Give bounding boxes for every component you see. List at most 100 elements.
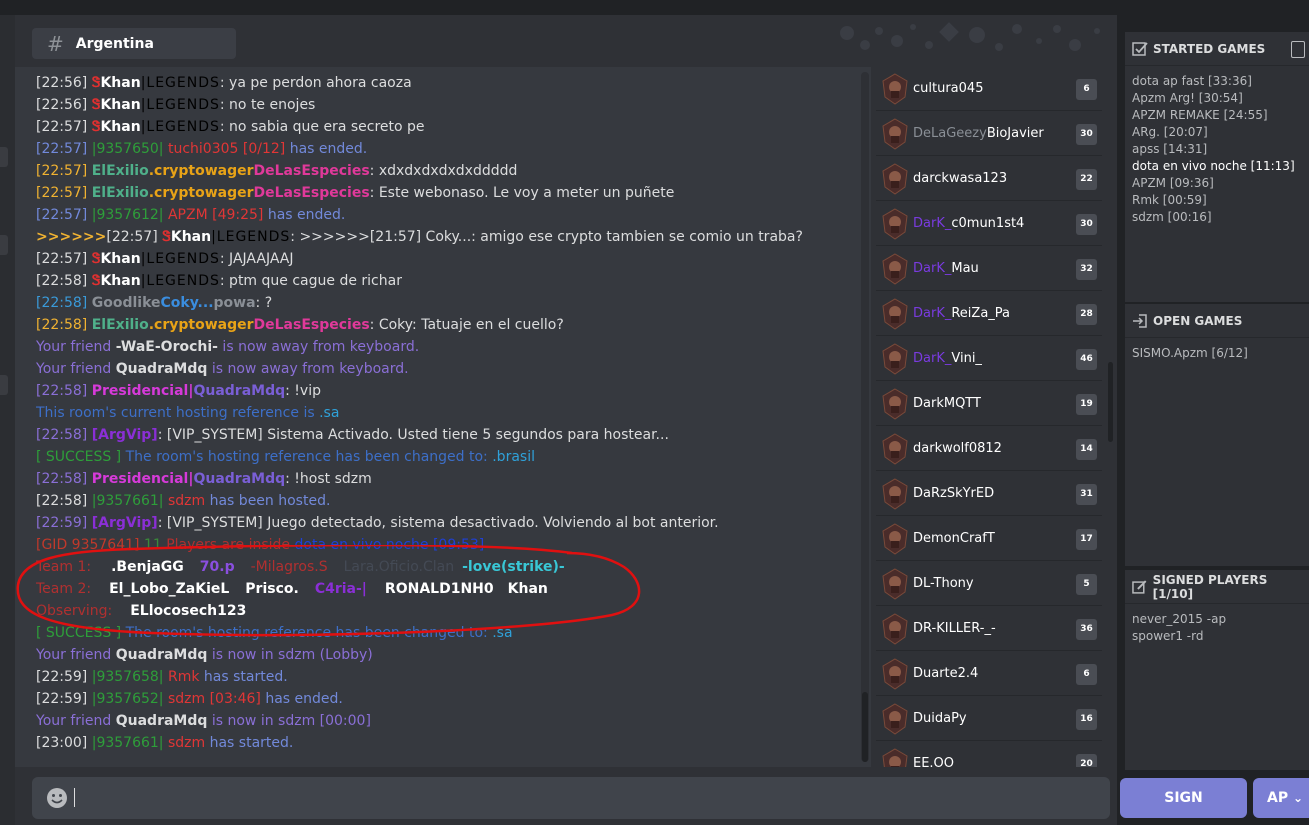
room-name: Argentina — [75, 35, 154, 52]
started-game-item[interactable]: apss [14:31] — [1132, 141, 1307, 158]
started-games-list: dota ap fast [33:36] Apzm Arg! [30:54] A… — [1132, 73, 1307, 226]
hash-icon: # — [47, 31, 64, 56]
left-strip — [0, 15, 15, 825]
avatar-icon — [882, 253, 908, 285]
bottom-bar — [15, 767, 1117, 825]
app-window: # Argentina [22:56] ᏕKhan|LEGENDS: ya pe… — [0, 0, 1309, 825]
chat-area[interactable]: [22:56] ᏕKhan|LEGENDS: ya pe perdon ahor… — [15, 67, 871, 767]
user-row[interactable]: DeLaGeezyBioJavier 30 — [876, 112, 1102, 156]
left-strip-marker — [0, 375, 8, 395]
signed-players-title: SIGNED PLAYERS [1/10] — [1152, 572, 1268, 601]
chat-message: [22:56] ᏕKhan|LEGENDS: ya pe perdon ahor… — [36, 75, 412, 91]
chat-header: # Argentina — [15, 15, 1117, 67]
message-input[interactable] — [32, 777, 1110, 819]
started-game-item[interactable]: Rmk [00:59] — [1132, 192, 1307, 209]
header-decoration — [840, 22, 1100, 51]
avatar-icon — [882, 478, 908, 510]
avatar-icon — [882, 118, 908, 150]
avatar-icon — [882, 433, 908, 465]
user-row[interactable]: DaRzSkYrED 31 — [876, 472, 1102, 516]
started-game-item[interactable]: dota ap fast [33:36] — [1132, 73, 1307, 90]
mode-select[interactable]: AP ⌄ — [1253, 778, 1309, 818]
avatar-icon — [882, 523, 908, 555]
level-badge: 17 — [1076, 529, 1097, 550]
user-list-scrollbar[interactable] — [1108, 362, 1113, 442]
success-message: [ SUCCESS ] The room's hosting reference… — [36, 449, 535, 465]
chat-message-list: [22:56] ᏕKhan|LEGENDS: ya pe perdon ahor… — [36, 72, 866, 754]
hourglass-icon[interactable] — [1291, 41, 1305, 58]
avatar-icon — [882, 163, 908, 195]
user-row[interactable]: DarK_Mau 32 — [876, 247, 1102, 291]
signed-player-item: spower1 -rd — [1132, 629, 1204, 643]
user-row[interactable]: DemonCrafT 17 — [876, 517, 1102, 561]
left-strip-marker — [0, 147, 8, 167]
game-event: [22:57] |9357612| APZM [49:25] has ended… — [36, 207, 346, 223]
signed-players-section: SIGNED PLAYERS [1/10] never_2015 -ap spo… — [1125, 570, 1309, 770]
chat-message: [22:58] ElExilio.cryptowagerDeLasEspecie… — [36, 317, 564, 333]
checkbox-icon — [1132, 41, 1148, 56]
level-badge: 6 — [1076, 79, 1097, 100]
user-row[interactable]: DarK_c0mun1st4 30 — [876, 202, 1102, 246]
chat-message: [22:57] ElExilio.cryptowagerDeLasEspecie… — [36, 185, 675, 201]
user-row[interactable]: DuidaPy 16 — [876, 697, 1102, 741]
chat-scrollbar[interactable] — [861, 72, 869, 762]
user-row[interactable]: DarK_ReiZa_Pa 28 — [876, 292, 1102, 336]
friend-status: Your friend QuadraMdq is now in sdzm (Lo… — [36, 647, 373, 663]
game-event: [22:59] |9357652| sdzm [03:46] has ended… — [36, 691, 343, 707]
chat-message: [22:58] [ArgVip]: [VIP_SYSTEM] Sistema A… — [36, 427, 669, 443]
game-event: [22:58] |9357661| sdzm has been hosted. — [36, 493, 331, 509]
user-row[interactable]: Duarte2.4 6 — [876, 652, 1102, 696]
hosting-reference: This room's current hosting reference is… — [36, 405, 340, 421]
started-games-title: STARTED GAMES — [1153, 41, 1266, 56]
signed-players-list: never_2015 -ap spower1 -rd — [1132, 611, 1307, 645]
started-game-item[interactable]: APZM [09:36] — [1132, 175, 1307, 192]
top-strip — [0, 0, 1309, 15]
user-row[interactable]: darkwolf0812 14 — [876, 427, 1102, 471]
open-games-list: SISMO.Apzm [6/12] — [1132, 345, 1307, 362]
user-row[interactable]: DarK_Vini_ 46 — [876, 337, 1102, 381]
emoji-icon[interactable] — [46, 787, 68, 809]
chat-message: [22:58] Presidencial|QuadraMdq: !vip — [36, 383, 321, 399]
avatar-icon — [882, 613, 908, 645]
level-badge: 30 — [1076, 124, 1097, 145]
level-badge: 30 — [1076, 214, 1097, 235]
level-badge: 36 — [1076, 619, 1097, 640]
avatar-icon — [882, 703, 908, 735]
avatar-icon — [882, 748, 908, 767]
signed-player-item: never_2015 -ap — [1132, 612, 1227, 626]
user-list: cultura045 6 DeLaGeezyBioJavier 30 darckwa… — [871, 67, 1117, 767]
avatar-icon — [882, 208, 908, 240]
open-game-item[interactable]: SISMO.Apzm [6/12] — [1132, 345, 1307, 362]
avatar-icon — [882, 343, 908, 375]
game-event: [22:59] |9357658| Rmk has started. — [36, 669, 288, 685]
chat-message: [22:59] [ArgVip]: [VIP_SYSTEM] Juego det… — [36, 515, 719, 531]
chat-scrollbar-thumb[interactable] — [862, 692, 868, 762]
avatar-icon — [882, 568, 908, 600]
room-tab[interactable]: # Argentina — [32, 28, 236, 59]
user-row[interactable]: DR-KILLER-_- 36 — [876, 607, 1102, 651]
user-row[interactable]: EE.OO 20 — [876, 742, 1102, 767]
sign-button[interactable]: SIGN — [1120, 778, 1247, 818]
user-row[interactable]: darckwasa123 22 — [876, 157, 1102, 201]
friend-status: Your friend QuadraMdq is now in sdzm [00… — [36, 713, 371, 729]
team-1-row: Team 1: .BenjaGG 70.p -Milagros.S Lara.Ofici… — [36, 559, 565, 575]
chat-message: [22:57] ElExilio.cryptowagerDeLasEspecie… — [36, 163, 518, 179]
started-game-item[interactable]: APZM REMAKE [24:55] — [1132, 107, 1307, 124]
user-row[interactable]: DL-Thony 5 — [876, 562, 1102, 606]
chat-message: [22:58] Presidencial|QuadraMdq: !host sd… — [36, 471, 372, 487]
started-game-item[interactable]: ARg. [20:07] — [1132, 124, 1307, 141]
observers-row: Observing: ELlocosech123 — [36, 603, 247, 619]
open-games-title: OPEN GAMES — [1153, 313, 1243, 328]
level-badge: 20 — [1076, 754, 1097, 767]
started-game-item[interactable]: dota en vivo noche [11:13] — [1132, 158, 1307, 175]
level-badge: 31 — [1076, 484, 1097, 505]
friend-status: Your friend -WaE-Orochi- is now away fro… — [36, 339, 420, 355]
user-row[interactable]: DarkMQTT 19 — [876, 382, 1102, 426]
started-game-item[interactable]: Apzm Arg! [30:54] — [1132, 90, 1307, 107]
started-game-item[interactable]: sdzm [00:16] — [1132, 209, 1307, 226]
login-icon — [1133, 313, 1147, 328]
user-row[interactable]: cultura045 6 — [876, 67, 1102, 111]
edit-icon — [1132, 579, 1147, 594]
text-caret — [74, 788, 75, 807]
game-event: [22:57] |9357650| tuchi0305 [0/12] has e… — [36, 141, 368, 157]
